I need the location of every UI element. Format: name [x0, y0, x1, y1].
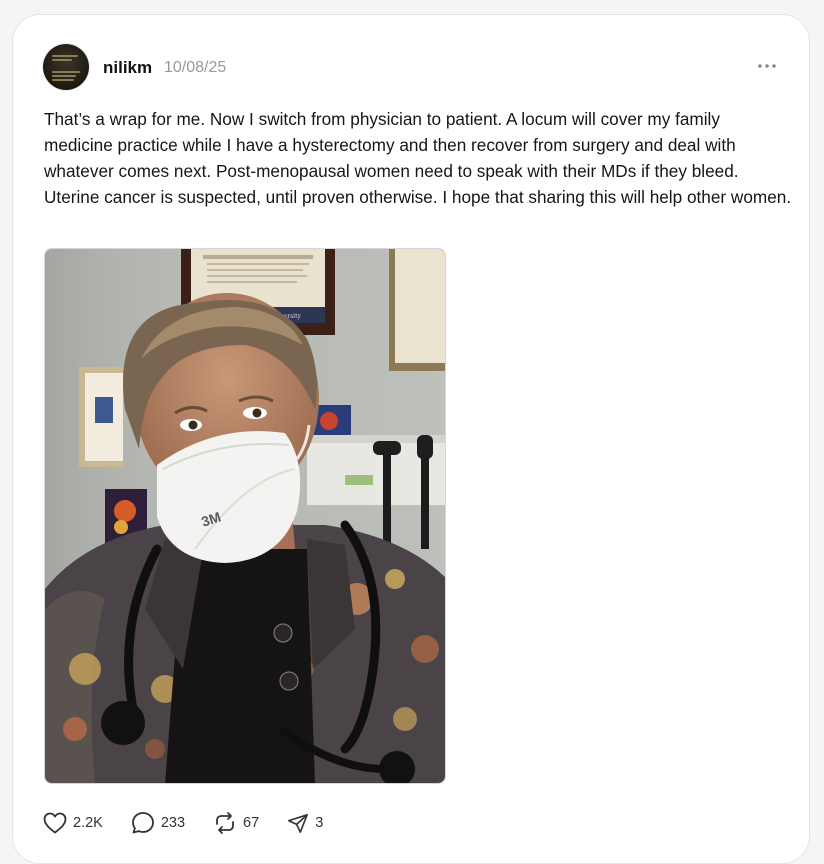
speech-bubble-icon — [131, 812, 154, 834]
repost-arrows-icon — [216, 812, 234, 834]
heart-icon — [43, 812, 67, 834]
repost-button[interactable]: 67 — [213, 811, 259, 835]
post-text: That’s a wrap for me. Now I switch from … — [44, 109, 792, 207]
more-options-button[interactable] — [755, 57, 779, 75]
post-date[interactable]: 10/08/25 — [164, 59, 226, 77]
like-count: 2.2K — [73, 815, 103, 831]
avatar[interactable] — [43, 44, 89, 90]
selfie-photo-illustration: Yale University — [45, 249, 445, 783]
share-count: 3 — [315, 815, 324, 831]
username[interactable]: nilikm — [103, 58, 152, 78]
ellipsis-icon — [758, 64, 776, 68]
repost-count: 67 — [243, 815, 260, 831]
action-bar: 2.2K 233 67 3 — [43, 811, 351, 835]
post-image[interactable]: Yale University — [44, 248, 446, 784]
post-card[interactable]: nilikm 10/08/25 That’s a wrap for me. No… — [12, 14, 810, 864]
reply-count: 233 — [160, 815, 186, 831]
like-button[interactable]: 2.2K — [43, 812, 103, 834]
reply-button[interactable]: 233 — [131, 811, 185, 835]
paper-plane-icon — [288, 813, 309, 833]
share-button[interactable]: 3 — [287, 812, 323, 834]
